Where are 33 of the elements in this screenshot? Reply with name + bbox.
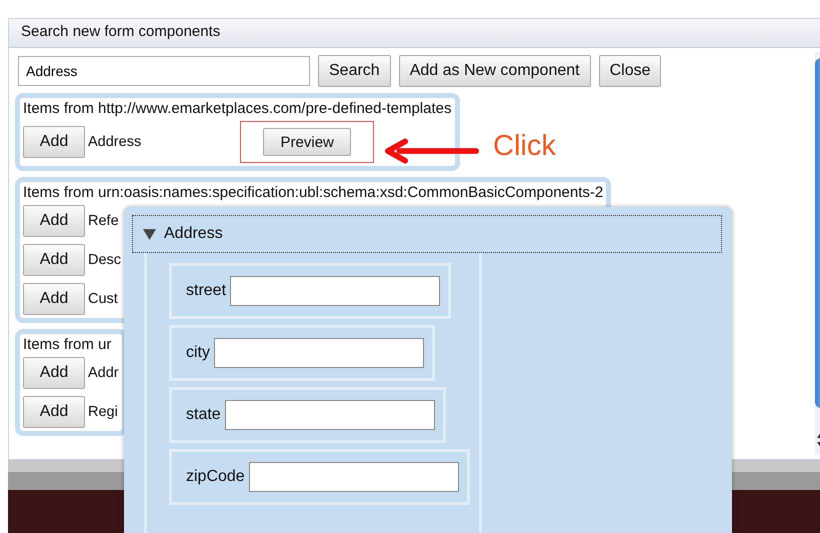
search-field[interactable]: Address <box>18 56 310 86</box>
section-header[interactable]: Address <box>132 215 722 253</box>
add-button[interactable]: Add <box>23 283 85 315</box>
item-name: Desc <box>88 252 122 268</box>
group-heading: Items from http://www.emarketplaces.com/pre-defined-templates <box>23 100 452 117</box>
field-label: city <box>186 344 210 362</box>
item-name: Refe <box>88 213 119 229</box>
field-label: zipCode <box>186 468 245 486</box>
search-button[interactable]: Search <box>318 55 391 87</box>
item-name: Addr <box>88 365 119 381</box>
input-field[interactable] <box>214 338 424 368</box>
annotation-text: Click <box>493 130 556 163</box>
close-button[interactable]: Close <box>598 55 662 87</box>
add-button[interactable]: Add <box>23 244 85 276</box>
section-title: Address <box>164 225 223 243</box>
add-component-button[interactable]: Add as New component <box>398 55 591 87</box>
add-button[interactable]: Add <box>23 205 85 237</box>
arrow-icon <box>384 138 480 164</box>
preview-button[interactable]: Preview <box>263 128 352 156</box>
item-name: Address <box>88 134 142 150</box>
group-heading: Items from ur <box>23 336 112 353</box>
dialog-title: Search new form components <box>9 19 820 48</box>
input-field[interactable] <box>230 276 440 306</box>
add-button[interactable]: Add <box>23 126 85 158</box>
add-button[interactable]: Add <box>23 357 85 389</box>
input-field[interactable] <box>224 400 435 430</box>
item-name: Cust <box>88 291 118 307</box>
group-heading: Items from urn:oasis:names:specification:ubl:schema:xsd:CommonBasicComponents-2 <box>23 184 604 201</box>
item-name: Regi <box>88 404 118 420</box>
input-field[interactable] <box>248 462 459 492</box>
field-label: street <box>186 282 226 300</box>
field-label: state <box>186 406 221 424</box>
add-button[interactable]: Add <box>23 396 85 428</box>
